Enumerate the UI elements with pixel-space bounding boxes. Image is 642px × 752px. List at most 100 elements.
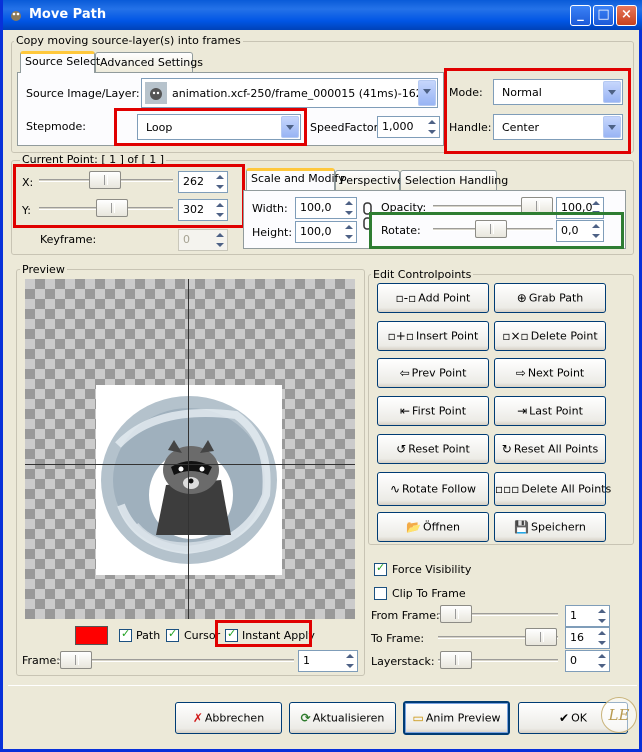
force-visibility-checkbox[interactable] [374,561,387,576]
delete-point-icon: ▫×▫ [502,329,529,343]
add-point-button[interactable]: ▫-▫ Add Point [377,283,489,313]
insert-point-icon: ▫+▫ [387,329,414,343]
to-frame-slider[interactable] [438,627,558,647]
path-checkbox[interactable] [119,627,132,642]
film-preview-icon: ▭ [412,711,424,725]
title-bar[interactable]: Move Path _ □ × [3,0,642,30]
tab-scale-and-modify[interactable]: Scale and Modify [246,168,345,190]
grab-path-button[interactable]: ⊕ Grab Path [494,283,606,313]
width-spin[interactable]: 100,0 [295,197,357,219]
width-label: Width: [252,202,288,215]
rotate-follow-button[interactable]: ∿ Rotate Follow [377,472,489,506]
raccoon-image [96,385,282,575]
tab-selection-handling[interactable]: Selection Handling [400,170,508,192]
prev-point-icon: ⇦ [399,366,410,380]
spin-arrows-icon[interactable] [344,652,356,670]
stepmode-highlight [114,108,307,146]
footer-separator [8,685,637,686]
frame-label: Frame: [22,654,60,667]
reset-all-points-icon: ↻ [501,442,512,456]
insert-point-button[interactable]: ▫+▫ Insert Point [377,321,489,351]
header-text: Copy moving source-layer(s) into frames [14,34,243,47]
instant-apply-highlight [215,620,312,647]
refresh-icon: ⟳ [300,711,311,725]
watermark-logo: LE [601,697,637,733]
path-label: Path [136,629,161,642]
anim-preview-button[interactable]: ▭ Anim Preview [403,701,510,735]
source-image-layer-combo[interactable]: animation.xcf-250/frame_000015 (41ms)-16… [141,78,438,108]
spin-arrows-icon[interactable] [343,223,355,241]
reset-point-button[interactable]: ↺ Reset Point [377,434,489,464]
stepmode-label: Stepmode: [26,120,86,133]
keyframe-spin[interactable]: 0 [178,229,228,251]
layer-thumbnail-icon [145,82,167,104]
from-frame-label: From Frame: [371,609,440,622]
crosshair-vertical [188,279,189,619]
cancel-button[interactable]: ✗ Abbrechen [175,702,282,734]
keyframe-label: Keyframe: [40,233,97,246]
height-spin[interactable]: 100,0 [295,221,357,243]
to-frame-spin[interactable]: 16 [565,627,610,649]
cursor-checkbox[interactable] [166,627,179,642]
next-point-button[interactable]: ⇨ Next Point [494,358,606,388]
tab-advanced-settings[interactable]: Advanced Settings [95,52,203,74]
add-point-icon: ▫-▫ [395,291,417,305]
move-path-dialog: Move Path _ □ × Copy moving source-layer… [0,0,642,752]
height-value: 100,0 [300,225,332,238]
controlpoints-title: Edit Controlpoints [371,268,474,281]
preview-title: Preview [20,263,67,276]
delete-point-button[interactable]: ▫×▫ Delete Point [494,321,606,351]
spin-arrows-icon[interactable] [596,607,608,625]
width-value: 100,0 [300,201,332,214]
source-image-layer-label: Source Image/Layer: [26,87,140,100]
refresh-button[interactable]: ⟳ Aktualisieren [289,702,396,734]
mode-handle-highlight [444,68,631,154]
cancel-x-icon: ✗ [192,711,203,725]
grab-path-icon: ⊕ [516,291,527,305]
close-button[interactable]: × [616,5,637,26]
first-point-icon: ⇤ [399,404,411,418]
delete-all-points-button[interactable]: ▫▫▫ Delete All Points [494,472,611,506]
chevron-down-icon[interactable] [418,80,436,106]
preview-canvas[interactable] [25,279,355,619]
height-label: Height: [252,226,293,239]
minimize-button[interactable]: _ [570,5,591,26]
spin-arrows-icon[interactable] [596,629,608,647]
from-frame-slider[interactable] [438,604,558,624]
maximize-button[interactable]: □ [593,5,614,26]
last-point-button[interactable]: ⇥ Last Point [494,396,606,426]
to-frame-value: 16 [570,631,584,644]
layerstack-slider-thumb[interactable] [440,651,472,669]
open-button[interactable]: 📂 Öffnen [377,512,489,542]
speedfactor-label: SpeedFactor: [310,121,382,134]
spin-arrows-icon[interactable] [426,118,438,136]
to-frame-slider-thumb[interactable] [525,628,557,646]
source-image-layer-value: animation.xcf-250/frame_000015 (41ms)-16… [172,87,430,100]
path-color-swatch[interactable] [75,626,108,645]
rotate-follow-icon: ∿ [389,482,401,496]
spin-arrows-icon[interactable] [343,199,355,217]
tab-source-select[interactable]: Source Select [20,51,100,73]
from-frame-slider-thumb[interactable] [440,605,472,623]
frame-slider[interactable] [58,650,294,670]
layerstack-value: 0 [570,654,577,667]
speedfactor-spin[interactable]: 1,000 [377,116,440,138]
frame-slider-thumb[interactable] [60,651,92,669]
clip-to-frame-checkbox[interactable] [374,587,387,600]
gimp-app-icon [11,11,21,21]
spin-arrows-icon[interactable] [596,652,608,670]
prev-point-button[interactable]: ⇦ Prev Point [377,358,489,388]
reset-all-points-button[interactable]: ↻ Reset All Points [494,434,606,464]
from-frame-spin[interactable]: 1 [565,605,610,627]
layerstack-spin[interactable]: 0 [565,650,610,672]
folder-open-icon: 📂 [406,520,421,534]
spin-arrows-icon[interactable] [214,231,226,249]
first-point-button[interactable]: ⇤ First Point [377,396,489,426]
layerstack-slider[interactable] [438,650,558,670]
frame-spin[interactable]: 1 [298,650,358,672]
from-frame-value: 1 [570,609,577,622]
save-button[interactable]: 💾 Speichern [494,512,606,542]
delete-all-points-icon: ▫▫▫ [495,482,520,496]
layerstack-label: Layerstack: [371,655,435,668]
force-visibility-label: Force Visibility [392,563,472,576]
